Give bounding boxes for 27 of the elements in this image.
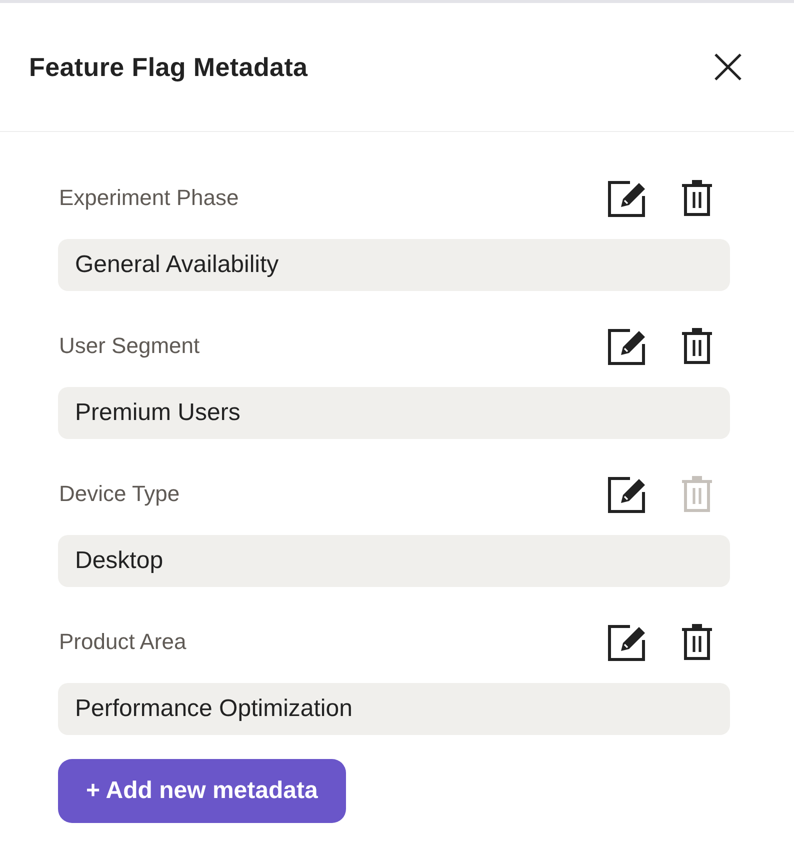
- value-field: Desktop: [58, 535, 730, 587]
- edit-icon: [608, 179, 647, 217]
- edit-icon: [608, 475, 647, 513]
- edit-icon: [608, 623, 647, 661]
- trash-icon: [682, 624, 712, 660]
- delete-button[interactable]: [682, 328, 712, 364]
- value-field: Performance Optimization: [58, 683, 730, 735]
- value-field: General Availability: [58, 239, 730, 291]
- field-label: Experiment Phase: [58, 185, 239, 211]
- delete-button[interactable]: [682, 624, 712, 660]
- field-label: Product Area: [58, 629, 186, 655]
- panel-title: Feature Flag Metadata: [29, 52, 308, 82]
- value-field: Premium Users: [58, 387, 730, 439]
- close-icon: [714, 53, 742, 81]
- field-label: Device Type: [58, 481, 180, 507]
- edit-button[interactable]: [608, 623, 647, 661]
- field-label: User Segment: [58, 333, 200, 359]
- add-metadata-button[interactable]: + Add new metadata: [58, 759, 346, 823]
- edit-button[interactable]: [608, 475, 647, 513]
- trash-icon: [682, 180, 712, 216]
- delete-button[interactable]: [682, 180, 712, 216]
- trash-icon: [682, 328, 712, 364]
- close-button[interactable]: [714, 53, 742, 81]
- edit-button[interactable]: [608, 327, 647, 365]
- edit-icon: [608, 327, 647, 365]
- trash-icon: [682, 476, 712, 512]
- edit-button[interactable]: [608, 179, 647, 217]
